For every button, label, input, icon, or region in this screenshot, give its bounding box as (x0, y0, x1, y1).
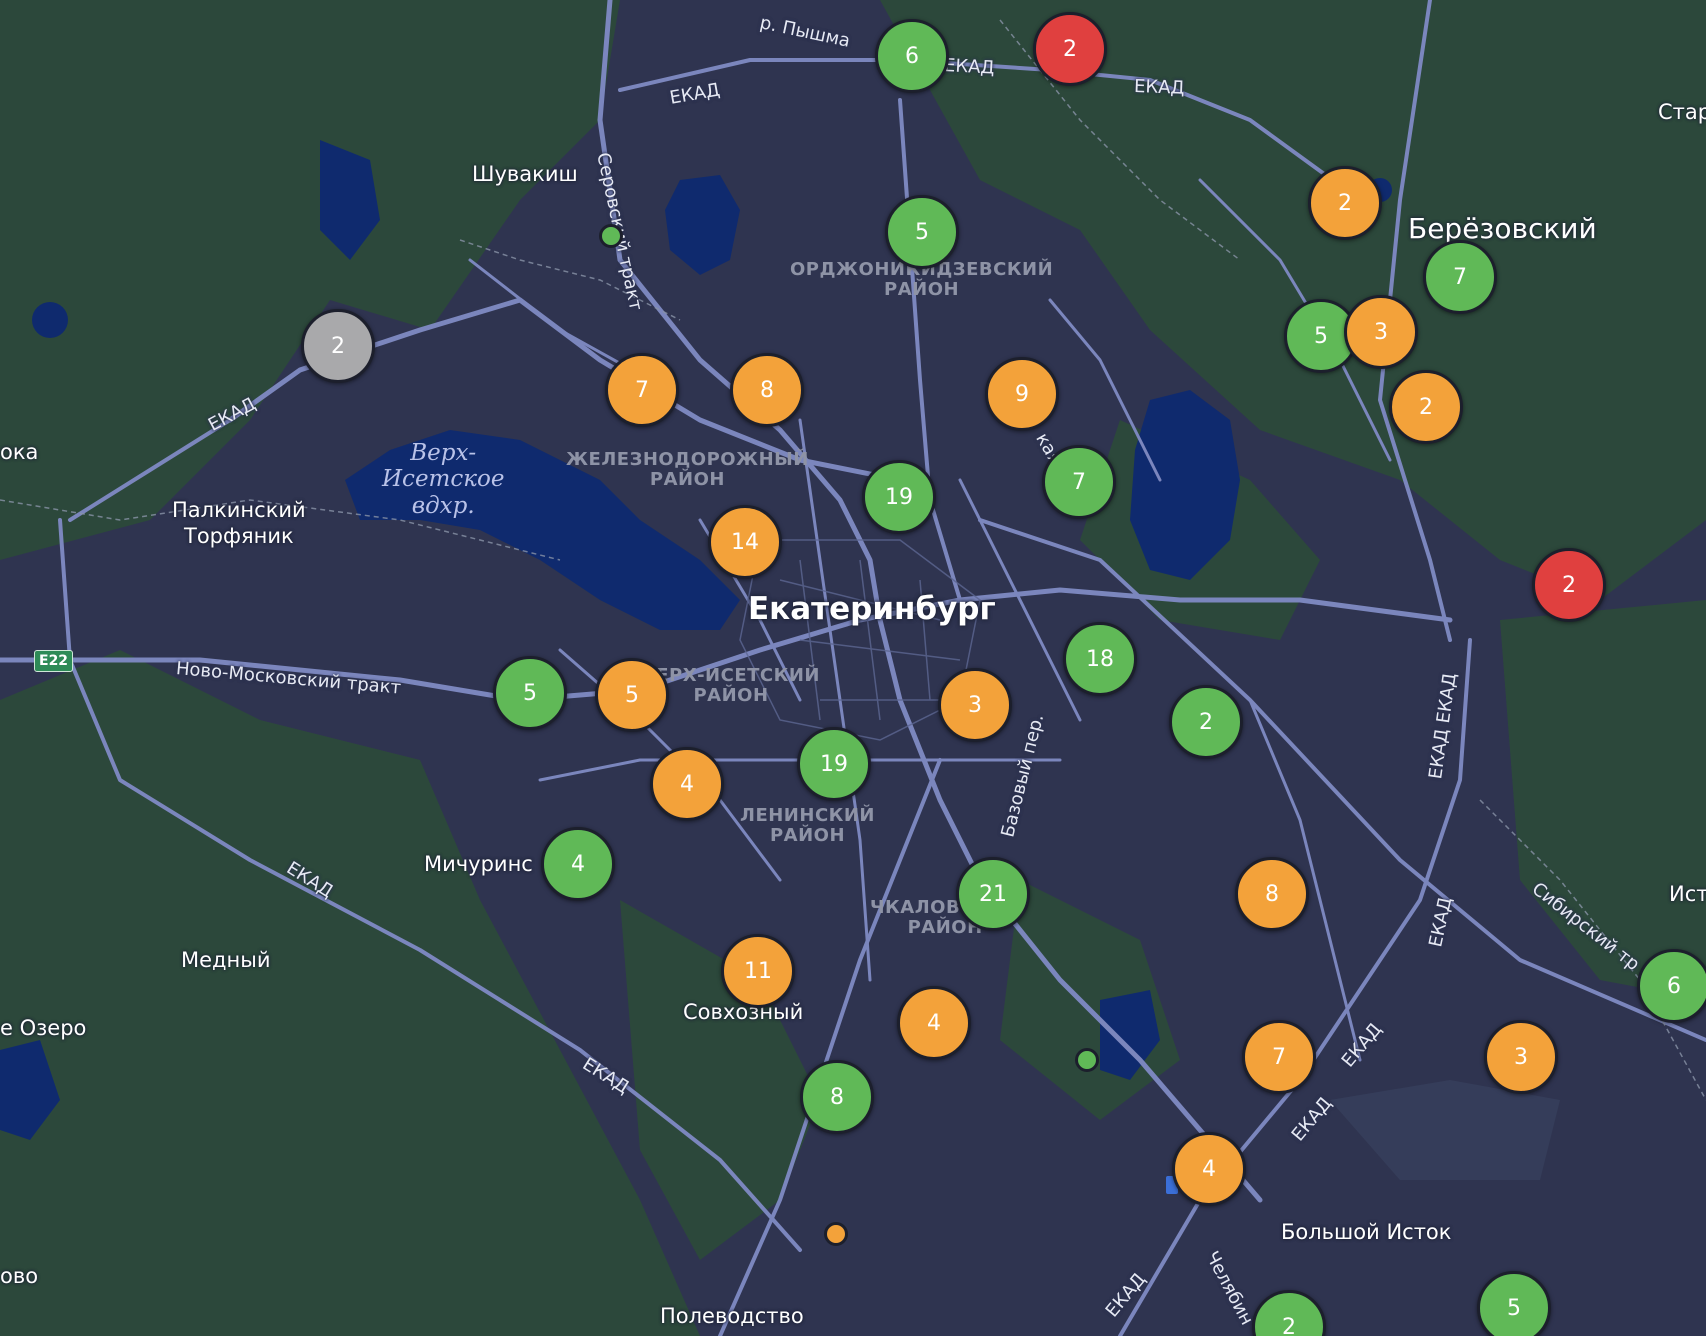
cluster-count: 6 (905, 43, 919, 69)
cluster-marker[interactable]: 6 (875, 19, 949, 93)
cluster-marker[interactable]: 4 (650, 747, 724, 821)
cluster-count: 18 (1086, 646, 1114, 672)
cluster-count: 19 (820, 751, 848, 777)
cluster-count: 4 (680, 771, 694, 797)
map-base-layer (0, 0, 1706, 1336)
single-marker[interactable] (824, 1222, 848, 1246)
cluster-marker[interactable]: 2 (1033, 12, 1107, 86)
cluster-marker[interactable]: 2 (1532, 548, 1606, 622)
cluster-marker[interactable]: 4 (897, 986, 971, 1060)
cluster-marker[interactable]: 7 (1242, 1020, 1316, 1094)
cluster-count: 7 (635, 377, 649, 403)
cluster-marker[interactable]: 2 (301, 309, 375, 383)
cluster-marker[interactable]: 21 (956, 857, 1030, 931)
cluster-count: 2 (1282, 1314, 1296, 1336)
cluster-marker[interactable]: 2 (1308, 166, 1382, 240)
cluster-marker[interactable]: 2 (1169, 685, 1243, 759)
cluster-marker[interactable]: 7 (1042, 445, 1116, 519)
cluster-marker[interactable]: 9 (985, 357, 1059, 431)
cluster-count: 2 (1338, 190, 1352, 216)
cluster-marker[interactable]: 6 (1637, 949, 1706, 1023)
single-marker[interactable] (599, 224, 623, 248)
cluster-count: 4 (927, 1010, 941, 1036)
map-view[interactable]: Екатеринбург Берёзовский Шувакиш Палкинс… (0, 0, 1706, 1336)
cluster-marker[interactable]: 7 (1423, 240, 1497, 314)
route-shield-e22: E22 (34, 650, 74, 672)
cluster-marker[interactable]: 8 (730, 353, 804, 427)
cluster-count: 8 (760, 377, 774, 403)
cluster-count: 6 (1667, 973, 1681, 999)
cluster-marker[interactable]: 5 (493, 656, 567, 730)
cluster-marker[interactable]: 8 (1235, 857, 1309, 931)
cluster-marker[interactable]: 19 (797, 727, 871, 801)
cluster-count: 3 (1514, 1044, 1528, 1070)
cluster-marker[interactable]: 5 (1477, 1271, 1551, 1336)
cluster-count: 5 (1507, 1295, 1521, 1321)
cluster-marker[interactable]: 7 (605, 353, 679, 427)
cluster-count: 4 (1202, 1156, 1216, 1182)
cluster-marker[interactable]: 19 (862, 460, 936, 534)
cluster-count: 2 (1063, 36, 1077, 62)
cluster-marker[interactable]: 5 (595, 658, 669, 732)
cluster-count: 3 (1374, 319, 1388, 345)
cluster-marker[interactable]: 14 (708, 505, 782, 579)
cluster-count: 8 (830, 1084, 844, 1110)
cluster-count: 7 (1272, 1044, 1286, 1070)
cluster-count: 19 (885, 484, 913, 510)
cluster-marker[interactable]: 11 (721, 934, 795, 1008)
cluster-count: 14 (731, 529, 759, 555)
single-marker[interactable] (1075, 1048, 1099, 1072)
cluster-marker[interactable]: 5 (885, 195, 959, 269)
cluster-count: 9 (1015, 381, 1029, 407)
cluster-count: 2 (331, 333, 345, 359)
cluster-count: 4 (571, 851, 585, 877)
cluster-count: 7 (1453, 264, 1467, 290)
cluster-count: 2 (1199, 709, 1213, 735)
cluster-marker[interactable]: 3 (938, 668, 1012, 742)
cluster-count: 2 (1562, 572, 1576, 598)
cluster-count: 21 (979, 881, 1007, 907)
cluster-count: 11 (744, 958, 772, 984)
cluster-count: 5 (523, 680, 537, 706)
cluster-count: 5 (625, 682, 639, 708)
cluster-count: 5 (915, 219, 929, 245)
cluster-count: 7 (1072, 469, 1086, 495)
cluster-count: 3 (968, 692, 982, 718)
cluster-marker[interactable]: 3 (1344, 295, 1418, 369)
cluster-marker[interactable]: 3 (1484, 1020, 1558, 1094)
cluster-count: 5 (1314, 323, 1328, 349)
cluster-marker[interactable]: 8 (800, 1060, 874, 1134)
cluster-marker[interactable]: 4 (541, 827, 615, 901)
cluster-count: 8 (1265, 881, 1279, 907)
cluster-marker[interactable]: 2 (1389, 370, 1463, 444)
cluster-count: 2 (1419, 394, 1433, 420)
cluster-marker[interactable]: 4 (1172, 1132, 1246, 1206)
cluster-marker[interactable]: 18 (1063, 622, 1137, 696)
